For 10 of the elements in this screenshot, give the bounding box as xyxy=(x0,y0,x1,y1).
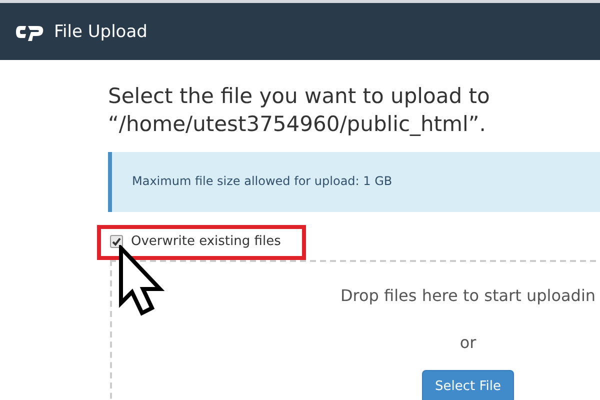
heading-text: Select the file you want to upload to xyxy=(108,83,490,110)
cursor-icon xyxy=(118,245,166,317)
select-file-button[interactable]: Select File xyxy=(422,370,514,400)
checkbox-label[interactable]: Overwrite existing files xyxy=(131,234,281,248)
page-title: File Upload xyxy=(54,22,148,42)
heading-path-text: “/home/utest3754960/public_html”. xyxy=(108,111,486,138)
checkbox[interactable] xyxy=(110,234,123,248)
info-alert: Maximum file size allowed for upload: 1 GB xyxy=(108,152,600,212)
or-text: or xyxy=(460,333,476,352)
drop-instruction-text: Drop files here to start uploadin xyxy=(340,286,596,305)
